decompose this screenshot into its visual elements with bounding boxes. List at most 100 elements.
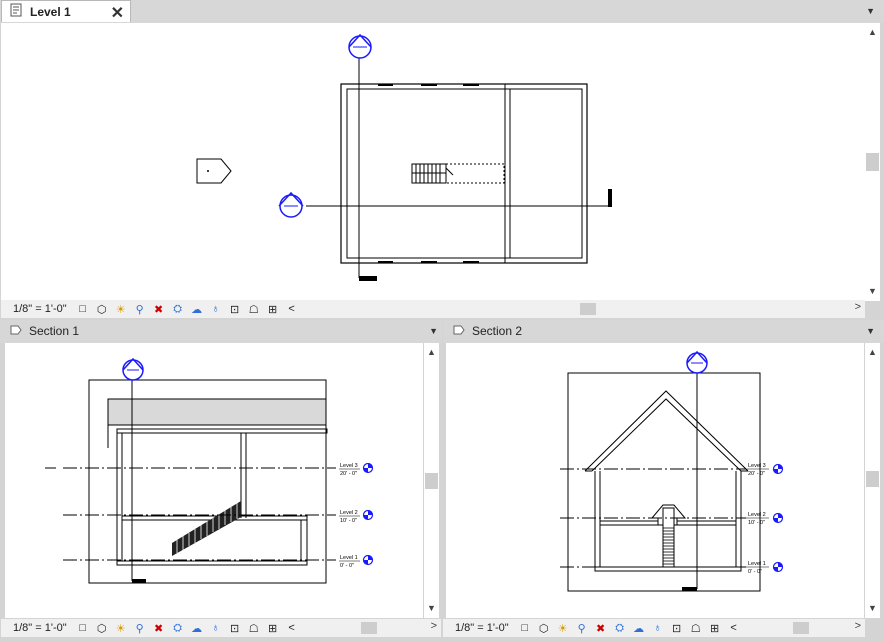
scroll-thumb[interactable] <box>866 471 879 487</box>
vertical-scrollbar[interactable]: ▲ ▼ <box>865 343 880 618</box>
level-name: Level 1 <box>748 561 766 567</box>
level-name: Level 3 <box>748 463 766 469</box>
crop-view-icon[interactable]: ✖ <box>151 621 167 635</box>
section-1-canvas[interactable]: Level 3 20' - 0" Level 2 10' - 0" Level … <box>5 343 423 618</box>
level-3-head: Level 3 20' - 0" <box>339 462 374 477</box>
crop-view-icon[interactable]: ✖ <box>593 621 609 635</box>
view-menu-chevron-icon[interactable]: ▼ <box>866 326 875 336</box>
close-icon[interactable]: ✕ <box>111 3 124 23</box>
scroll-down-icon[interactable]: ▼ <box>424 603 439 613</box>
scroll-down-icon[interactable]: ▼ <box>865 286 880 296</box>
level-elevation: 10' - 0" <box>748 520 765 526</box>
scroll-up-icon[interactable]: ▲ <box>424 347 439 357</box>
visual-style-icon[interactable]: ⬡ <box>536 621 552 635</box>
temporary-hide-icon[interactable]: ☁ <box>189 621 205 635</box>
analytical-model-icon[interactable]: ☖ <box>246 302 262 316</box>
constraints-icon[interactable]: ⊞ <box>265 621 281 635</box>
detail-level-icon[interactable]: □ <box>517 621 533 635</box>
shadows-icon[interactable]: ⚲ <box>132 621 148 635</box>
scroll-thumb[interactable] <box>793 622 809 634</box>
section-1-drawing: Level 3 20' - 0" Level 2 10' - 0" Level … <box>45 357 374 584</box>
view-control-bar: 1/8" = 1'-0" □ ⬡ ☀ ⚲ ✖ ⛭ ☁ ♁ ⊡ ☖ ⊞ < <box>1 619 321 637</box>
scroll-thumb[interactable] <box>866 153 879 171</box>
scroll-down-icon[interactable]: ▼ <box>865 603 880 613</box>
temporary-hide-icon[interactable]: ☁ <box>189 302 205 316</box>
section-2-canvas[interactable]: Level 3 20' - 0" Level 2 10' - 0" Level … <box>446 343 864 618</box>
floor-plan-drawing <box>196 33 612 281</box>
shadows-icon[interactable]: ⚲ <box>132 302 148 316</box>
worksharing-icon[interactable]: ⊡ <box>669 621 685 635</box>
scroll-right-icon[interactable]: > <box>855 620 861 632</box>
section-1-tab-bar: Section 1 ▼ <box>0 320 442 343</box>
view-menu-chevron-icon[interactable]: ▼ <box>429 326 438 336</box>
worksharing-icon[interactable]: ⊡ <box>227 621 243 635</box>
scroll-left-icon[interactable]: < <box>284 621 300 635</box>
level-elevation: 10' - 0" <box>340 518 357 524</box>
tab-section-1[interactable]: Section 1 <box>1 320 131 342</box>
reveal-hidden-icon[interactable]: ♁ <box>208 621 224 635</box>
scroll-up-icon[interactable]: ▲ <box>865 27 880 37</box>
scroll-thumb[interactable] <box>580 303 596 315</box>
horizontal-scrollbar[interactable]: > <box>763 619 865 637</box>
level-1-head: Level 1 0' - 0" <box>746 561 784 575</box>
tab-label: Level 1 <box>30 4 71 19</box>
level-elevation: 0' - 0" <box>340 563 354 569</box>
level-1-plan-canvas[interactable] <box>1 23 865 301</box>
tab-section-2[interactable]: Section 2 <box>444 320 574 342</box>
sun-path-icon[interactable]: ☀ <box>113 302 129 316</box>
section-head-marker <box>348 33 372 59</box>
view-scale[interactable]: 1/8" = 1'-0" <box>1 622 75 634</box>
analytical-model-icon[interactable]: ☖ <box>688 621 704 635</box>
visual-style-icon[interactable]: ⬡ <box>94 621 110 635</box>
visual-style-icon[interactable]: ⬡ <box>94 302 110 316</box>
scroll-thumb[interactable] <box>425 473 438 489</box>
show-crop-icon[interactable]: ⛭ <box>612 621 628 635</box>
section-2-drawing: Level 3 20' - 0" Level 2 10' - 0" Level … <box>560 350 784 592</box>
scroll-right-icon[interactable]: > <box>431 620 437 632</box>
section-2-tab-bar: Section 2 ▼ <box>443 320 884 343</box>
level-1-head: Level 1 0' - 0" <box>339 554 374 569</box>
vertical-scrollbar[interactable]: ▲ ▼ <box>865 23 880 301</box>
view-scale[interactable]: 1/8" = 1'-0" <box>443 622 517 634</box>
view-control-bar: 1/8" = 1'-0" □ ⬡ ☀ ⚲ ✖ ⛭ ☁ ♁ ⊡ ☖ ⊞ < <box>443 619 763 637</box>
level-3-head: Level 3 20' - 0" <box>746 463 784 477</box>
level-name: Level 1 <box>340 555 358 561</box>
section-view-icon <box>452 323 466 340</box>
horizontal-scrollbar[interactable]: > <box>321 619 441 637</box>
view-control-bar: 1/8" = 1'-0" □ ⬡ ☀ ⚲ ✖ ⛭ ☁ ♁ ⊡ ☖ ⊞ < <box>1 300 321 318</box>
section-head-marker <box>278 191 304 218</box>
sun-path-icon[interactable]: ☀ <box>113 621 129 635</box>
tab-level-1[interactable]: Level 1 ✕ <box>1 0 131 22</box>
temporary-hide-icon[interactable]: ☁ <box>631 621 647 635</box>
horizontal-scrollbar[interactable]: > <box>321 300 865 318</box>
sun-path-icon[interactable]: ☀ <box>555 621 571 635</box>
scroll-up-icon[interactable]: ▲ <box>865 347 880 357</box>
detail-level-icon[interactable]: □ <box>75 302 91 316</box>
view-menu-chevron-icon[interactable]: ▼ <box>866 6 875 16</box>
vertical-scrollbar[interactable]: ▲ ▼ <box>424 343 439 618</box>
reveal-hidden-icon[interactable]: ♁ <box>650 621 666 635</box>
shadows-icon[interactable]: ⚲ <box>574 621 590 635</box>
section-view-icon <box>9 323 23 340</box>
top-tab-bar: Level 1 ✕ ▼ <box>0 0 884 23</box>
level-2-head: Level 2 10' - 0" <box>746 512 784 526</box>
level-name: Level 2 <box>340 510 358 516</box>
level-2-head: Level 2 10' - 0" <box>339 509 374 524</box>
scroll-left-icon[interactable]: < <box>726 621 742 635</box>
constraints-icon[interactable]: ⊞ <box>265 302 281 316</box>
floor-plan-icon <box>10 3 24 20</box>
show-crop-icon[interactable]: ⛭ <box>170 302 186 316</box>
analytical-model-icon[interactable]: ☖ <box>246 621 262 635</box>
scroll-thumb[interactable] <box>361 622 377 634</box>
view-scale[interactable]: 1/8" = 1'-0" <box>1 303 75 315</box>
scroll-left-icon[interactable]: < <box>284 302 300 316</box>
show-crop-icon[interactable]: ⛭ <box>170 621 186 635</box>
detail-level-icon[interactable]: □ <box>75 621 91 635</box>
reveal-hidden-icon[interactable]: ♁ <box>208 302 224 316</box>
worksharing-icon[interactable]: ⊡ <box>227 302 243 316</box>
level-name: Level 3 <box>340 463 358 469</box>
tab-label: Section 2 <box>472 324 523 338</box>
crop-view-icon[interactable]: ✖ <box>151 302 167 316</box>
scroll-right-icon[interactable]: > <box>855 301 861 313</box>
constraints-icon[interactable]: ⊞ <box>707 621 723 635</box>
